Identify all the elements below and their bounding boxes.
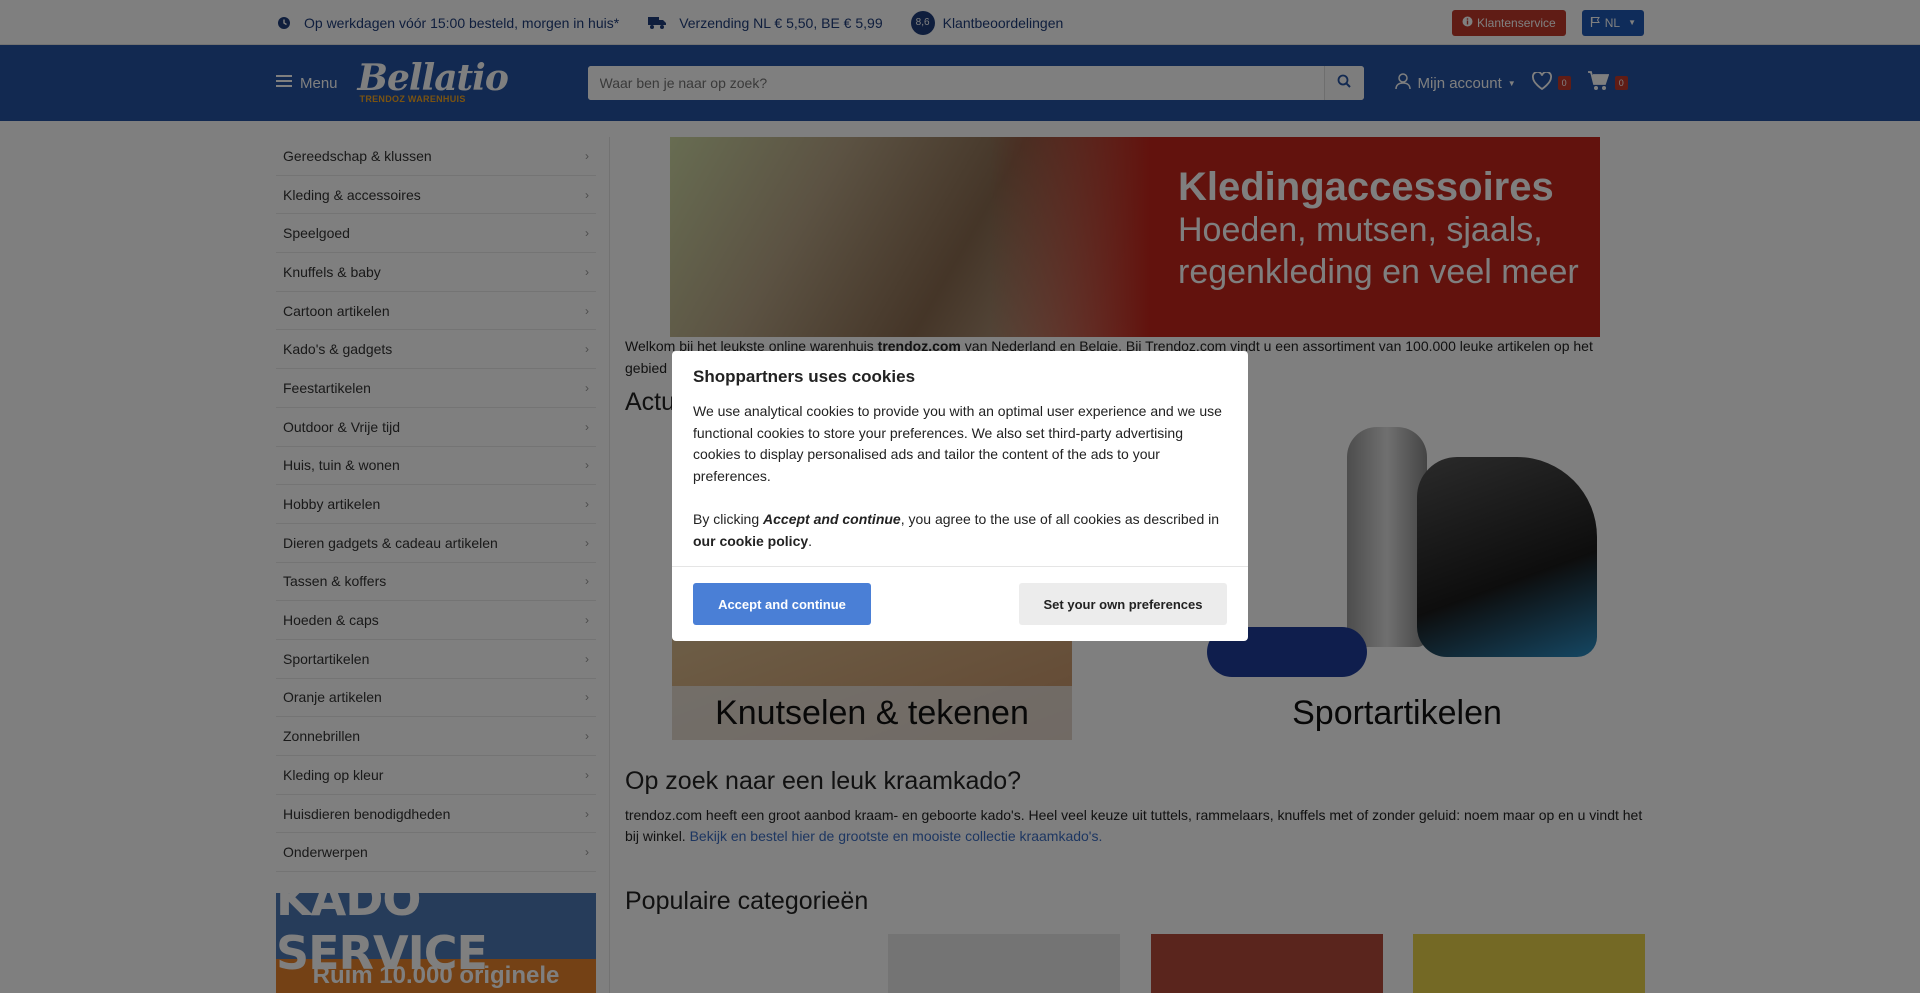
cookie-modal-title: Shoppartners uses cookies — [693, 367, 916, 386]
cookie-modal-body: We use analytical cookies to provide you… — [693, 401, 1223, 552]
accept-cookies-button[interactable]: Accept and continue — [693, 583, 871, 625]
cookie-modal: Shoppartners uses cookies We use analyti… — [672, 351, 1248, 641]
cookie-modal-footer: Accept and continue Set your own prefere… — [672, 566, 1248, 641]
cookie-policy-link[interactable]: our cookie policy — [693, 533, 808, 549]
cookie-preferences-button[interactable]: Set your own preferences — [1019, 583, 1227, 625]
cookie-modal-paragraph-2: By clicking Accept and continue, you agr… — [693, 511, 1220, 549]
cookie-modal-paragraph-1: We use analytical cookies to provide you… — [693, 403, 1222, 484]
